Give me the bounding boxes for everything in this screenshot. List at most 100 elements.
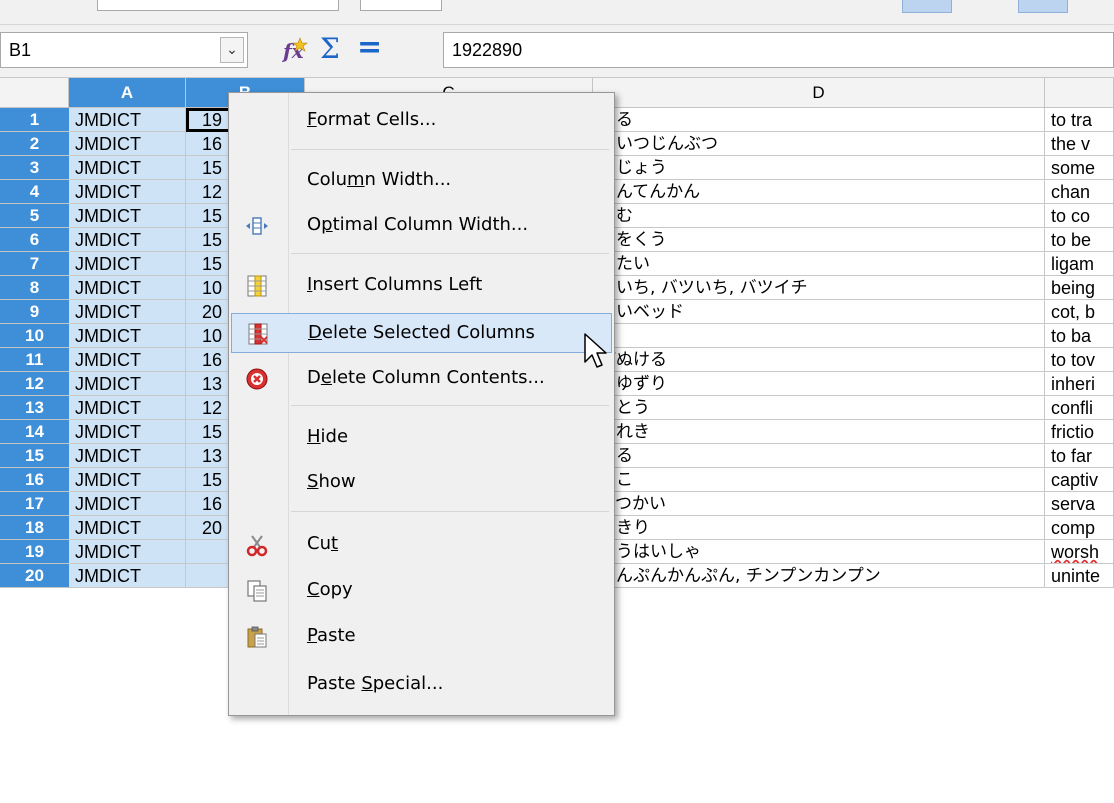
font-name-box[interactable] (97, 0, 339, 11)
cell-col-a[interactable]: JMDICT (69, 468, 186, 492)
cell-col-d[interactable]: ばぬける (593, 348, 1045, 372)
row-header[interactable]: 17 (0, 492, 69, 516)
toolbar-toggle-button[interactable] (1018, 0, 1068, 13)
row-header[interactable]: 15 (0, 444, 69, 468)
row-header[interactable]: 9 (0, 300, 69, 324)
cell-col-d[interactable]: しつかい (593, 492, 1045, 516)
cell-col-d[interactable]: ういつじんぶつ (593, 132, 1045, 156)
cell-col-d[interactable]: んいベッド (593, 300, 1045, 324)
formula-input[interactable]: 1922890 (443, 32, 1114, 68)
toolbar-toggle-button[interactable] (902, 0, 952, 13)
cell-col-d[interactable]: わをくう (593, 228, 1045, 252)
cell-col-d[interactable]: んたい (593, 252, 1045, 276)
cell-col-d[interactable]: っとう (593, 396, 1045, 420)
menu-item-hide[interactable]: Hide (231, 418, 612, 458)
cell-col-e[interactable]: to far (1045, 444, 1114, 468)
menu-item-show[interactable]: Show (231, 463, 612, 503)
cell-col-a[interactable]: JMDICT (69, 348, 186, 372)
cell-col-d[interactable]: ちんぷんかんぷん, チンプンカンプン (593, 564, 1045, 588)
cell-col-d[interactable] (593, 324, 1045, 348)
cell-col-d[interactable]: つれき (593, 420, 1045, 444)
cell-col-a[interactable]: JMDICT (69, 156, 186, 180)
cell-col-d[interactable]: ぞる (593, 108, 1045, 132)
cell-col-e[interactable]: being (1045, 276, 1114, 300)
select-all-corner[interactable] (0, 78, 69, 108)
formula-icon[interactable]: = (357, 31, 382, 65)
column-header-d[interactable]: D (593, 78, 1045, 108)
function-wizard-icon[interactable]: fx (282, 36, 310, 64)
cell-col-e[interactable]: the v (1045, 132, 1114, 156)
cell-col-e[interactable]: uninte (1045, 564, 1114, 588)
row-header[interactable]: 2 (0, 132, 69, 156)
menu-item-delete-column-contents[interactable]: Delete Column Contents... (231, 359, 612, 399)
cell-col-e[interactable]: chan (1045, 180, 1114, 204)
row-header[interactable]: 3 (0, 156, 69, 180)
cell-col-e[interactable]: frictio (1045, 420, 1114, 444)
cell-col-d[interactable]: ずむ (593, 204, 1045, 228)
row-header[interactable]: 16 (0, 468, 69, 492)
sum-icon[interactable]: Σ (320, 32, 340, 66)
row-header[interactable]: 19 (0, 540, 69, 564)
cell-col-a[interactable]: JMDICT (69, 204, 186, 228)
name-box[interactable]: B1 ⌄ (0, 32, 248, 68)
cell-col-a[interactable]: JMDICT (69, 132, 186, 156)
cell-col-e[interactable]: to be (1045, 228, 1114, 252)
cell-col-a[interactable]: JMDICT (69, 492, 186, 516)
menu-item-insert-columns-left[interactable]: Insert Columns Left (231, 266, 612, 306)
row-header[interactable]: 20 (0, 564, 69, 588)
chevron-down-icon[interactable]: ⌄ (220, 37, 244, 63)
menu-item-format-cells[interactable]: Format Cells... (231, 101, 612, 141)
cell-col-d[interactable]: りこ (593, 468, 1045, 492)
row-header[interactable]: 4 (0, 180, 69, 204)
cell-col-a[interactable]: JMDICT (69, 252, 186, 276)
row-header[interactable]: 12 (0, 372, 69, 396)
row-header[interactable]: 1 (0, 108, 69, 132)
row-header[interactable]: 18 (0, 516, 69, 540)
menu-item-copy[interactable]: Copy (231, 571, 612, 611)
cell-col-e[interactable]: serva (1045, 492, 1114, 516)
cell-col-e[interactable]: to tov (1045, 348, 1114, 372)
cell-col-d[interactable]: やゆずり (593, 372, 1045, 396)
row-header[interactable]: 11 (0, 348, 69, 372)
cell-col-e[interactable]: cot, b (1045, 300, 1114, 324)
cell-col-a[interactable]: JMDICT (69, 180, 186, 204)
cell-col-a[interactable]: JMDICT (69, 324, 186, 348)
cell-col-a[interactable]: JMDICT (69, 300, 186, 324)
cell-col-a[interactable]: JMDICT (69, 108, 186, 132)
row-header[interactable]: 10 (0, 324, 69, 348)
cell-col-e[interactable]: some (1045, 156, 1114, 180)
row-header[interactable]: 13 (0, 396, 69, 420)
cell-col-d[interactable]: すうはいしゃ (593, 540, 1045, 564)
menu-item-cut[interactable]: Cut (231, 525, 612, 565)
cell-col-d[interactable]: おる (593, 444, 1045, 468)
column-header-e[interactable] (1045, 78, 1114, 108)
cell-col-a[interactable]: JMDICT (69, 420, 186, 444)
cell-col-d[interactable]: ついち, バツいち, バツイチ (593, 276, 1045, 300)
column-header-a[interactable]: A (69, 78, 186, 108)
cell-col-e[interactable]: to ba (1045, 324, 1114, 348)
row-header[interactable]: 6 (0, 228, 69, 252)
cell-col-a[interactable]: JMDICT (69, 516, 186, 540)
cell-col-e[interactable]: to co (1045, 204, 1114, 228)
cell-col-a[interactable]: JMDICT (69, 540, 186, 564)
menu-item-paste-special[interactable]: Paste Special... (231, 665, 612, 705)
cell-col-d[interactable]: ぶんてんかん (593, 180, 1045, 204)
cell-col-a[interactable]: JMDICT (69, 276, 186, 300)
cell-col-e[interactable]: confli (1045, 396, 1114, 420)
menu-item-paste[interactable]: Paste (231, 617, 612, 657)
row-header[interactable]: 8 (0, 276, 69, 300)
cell-col-a[interactable]: JMDICT (69, 228, 186, 252)
cell-col-a[interactable]: JMDICT (69, 396, 186, 420)
cell-col-e[interactable]: worsh (1045, 540, 1114, 564)
menu-item-optimal-column-width[interactable]: Optimal Column Width... (231, 206, 612, 246)
cell-col-a[interactable]: JMDICT (69, 564, 186, 588)
font-size-box[interactable] (360, 0, 442, 11)
cell-col-a[interactable]: JMDICT (69, 372, 186, 396)
row-header[interactable]: 5 (0, 204, 69, 228)
menu-item-delete-selected-columns[interactable]: Delete Selected Columns (231, 313, 612, 353)
cell-col-e[interactable]: comp (1045, 516, 1114, 540)
cell-col-e[interactable]: captiv (1045, 468, 1114, 492)
row-header[interactable]: 7 (0, 252, 69, 276)
row-header[interactable]: 14 (0, 420, 69, 444)
cell-col-a[interactable]: JMDICT (69, 444, 186, 468)
